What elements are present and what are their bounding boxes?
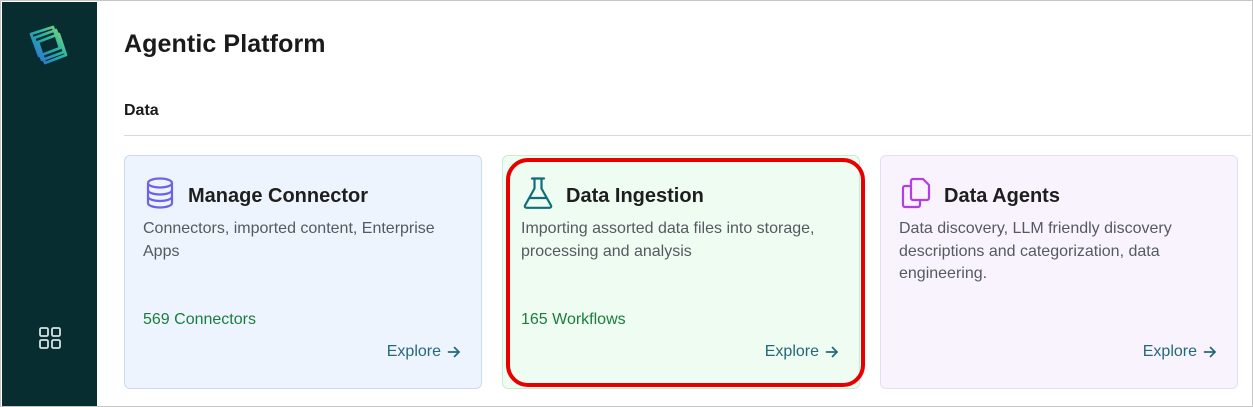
workflows-count: 165 Workflows <box>521 311 626 328</box>
explore-link[interactable]: Explore <box>387 343 461 361</box>
section-title: Data <box>124 102 159 119</box>
page-title: Agentic Platform <box>124 30 326 58</box>
sidebar <box>2 2 97 406</box>
apps-grid-icon[interactable] <box>36 324 64 352</box>
card-title: Data Agents <box>944 185 1060 207</box>
explore-label: Explore <box>1142 343 1197 360</box>
data-ingestion-card[interactable]: Data Ingestion Importing assorted data f… <box>502 155 860 389</box>
explore-link[interactable]: Explore <box>1143 343 1217 361</box>
card-description: Connectors, imported content, Enterprise… <box>143 220 435 260</box>
explore-label: Explore <box>386 343 441 360</box>
manage-connector-card[interactable]: Manage Connector Connectors, imported co… <box>124 155 482 389</box>
database-icon <box>143 176 177 210</box>
arrow-right-icon <box>825 345 839 359</box>
card-title: Manage Connector <box>188 185 369 207</box>
main-content: Agentic Platform Data Manage Connector C… <box>97 2 1251 405</box>
flask-icon <box>521 176 555 210</box>
explore-link[interactable]: Explore <box>765 343 839 361</box>
card-description: Data discovery, LLM friendly discovery d… <box>899 220 1172 282</box>
card-title: Data Ingestion <box>566 185 704 207</box>
explore-label: Explore <box>764 343 819 360</box>
arrow-right-icon <box>1203 345 1217 359</box>
arrow-right-icon <box>447 345 461 359</box>
layered-squares-logo-icon[interactable] <box>26 24 74 72</box>
data-agents-card[interactable]: Data Agents Data discovery, LLM friendly… <box>880 155 1238 389</box>
app-window: Agentic Platform Data Manage Connector C… <box>0 0 1253 407</box>
section-divider <box>124 135 1251 136</box>
connectors-count: 569 Connectors <box>143 311 256 328</box>
card-description: Importing assorted data files into stora… <box>521 220 815 260</box>
copy-documents-icon <box>899 176 933 210</box>
